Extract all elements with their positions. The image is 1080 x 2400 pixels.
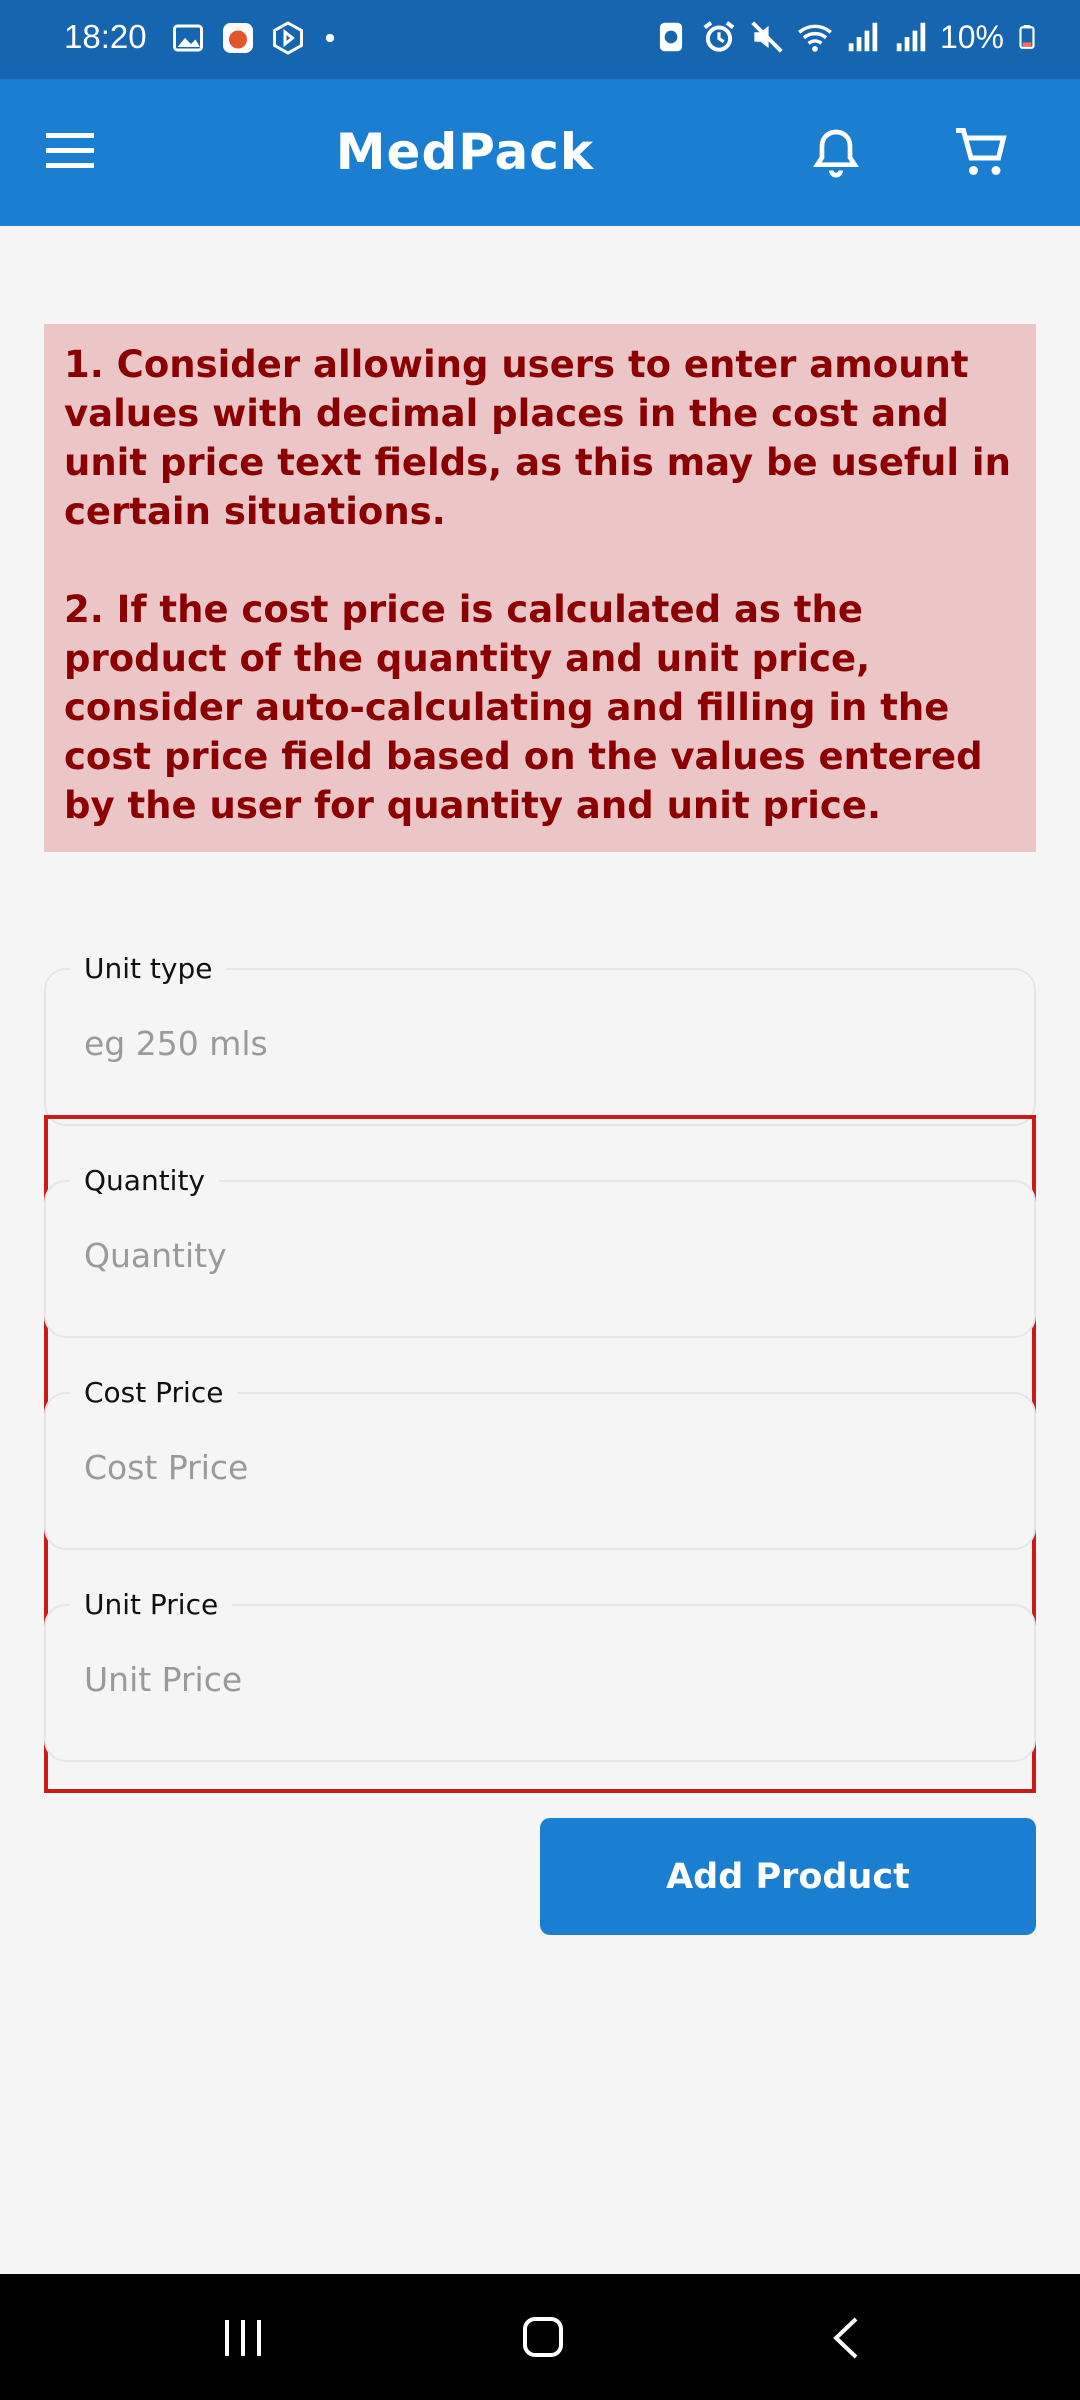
cost-price-input[interactable] bbox=[84, 1442, 984, 1492]
signal-icon bbox=[896, 22, 926, 52]
add-product-button[interactable]: Add Product bbox=[540, 1818, 1036, 1935]
quantity-field[interactable]: Quantity bbox=[44, 1164, 1036, 1338]
cost-price-label: Cost Price bbox=[70, 1376, 238, 1409]
notifications-button[interactable] bbox=[808, 123, 864, 183]
status-right-icons: 10% bbox=[652, 18, 1040, 56]
status-bar: 18:20 10% bbox=[0, 0, 1080, 79]
recent-apps-button[interactable] bbox=[222, 2318, 264, 2358]
quantity-label: Quantity bbox=[70, 1164, 219, 1197]
wifi-icon bbox=[798, 24, 832, 52]
status-time: 18:20 bbox=[64, 18, 147, 55]
home-button[interactable] bbox=[522, 2316, 564, 2358]
quantity-input[interactable] bbox=[84, 1230, 984, 1280]
battery-icon bbox=[1019, 25, 1035, 49]
system-nav-bar bbox=[0, 2274, 1080, 2400]
app-notification-icon bbox=[223, 23, 253, 53]
status-left-icons bbox=[170, 20, 340, 56]
unit-price-input[interactable] bbox=[84, 1654, 984, 1704]
battery-level: 10% bbox=[939, 18, 1004, 55]
feedback-item-2: 2. If the cost price is calculated as th… bbox=[64, 588, 983, 827]
mute-icon bbox=[751, 21, 783, 53]
back-icon bbox=[833, 2317, 858, 2359]
cart-icon bbox=[956, 128, 1007, 175]
unit-price-label: Unit Price bbox=[70, 1588, 233, 1621]
cart-button[interactable] bbox=[950, 123, 1012, 183]
unit-type-field[interactable]: Unit type bbox=[44, 952, 1036, 1126]
back-button[interactable] bbox=[830, 2316, 862, 2360]
alarm-icon bbox=[703, 21, 735, 52]
signal-icon bbox=[848, 22, 878, 52]
feedback-item-1: 1. Consider allowing users to enter amou… bbox=[64, 343, 1011, 533]
feedback-overlay: 1. Consider allowing users to enter amou… bbox=[44, 324, 1036, 852]
unit-type-label: Unit type bbox=[70, 952, 227, 985]
cost-price-field[interactable]: Cost Price bbox=[44, 1376, 1036, 1550]
home-icon bbox=[523, 2317, 563, 2357]
app-bar: MedPack bbox=[0, 79, 1080, 226]
recent-apps-icon bbox=[225, 2320, 261, 2356]
bing-icon bbox=[273, 21, 303, 55]
data-saver-icon bbox=[659, 22, 683, 52]
add-product-form: 1. Consider allowing users to enter amou… bbox=[0, 226, 1080, 2274]
app-title: MedPack bbox=[335, 123, 595, 181]
bell-icon bbox=[812, 129, 860, 178]
unit-price-field[interactable]: Unit Price bbox=[44, 1588, 1036, 1762]
unit-type-input[interactable] bbox=[84, 1018, 984, 1068]
gallery-icon bbox=[173, 24, 203, 52]
dot-icon bbox=[325, 33, 335, 43]
